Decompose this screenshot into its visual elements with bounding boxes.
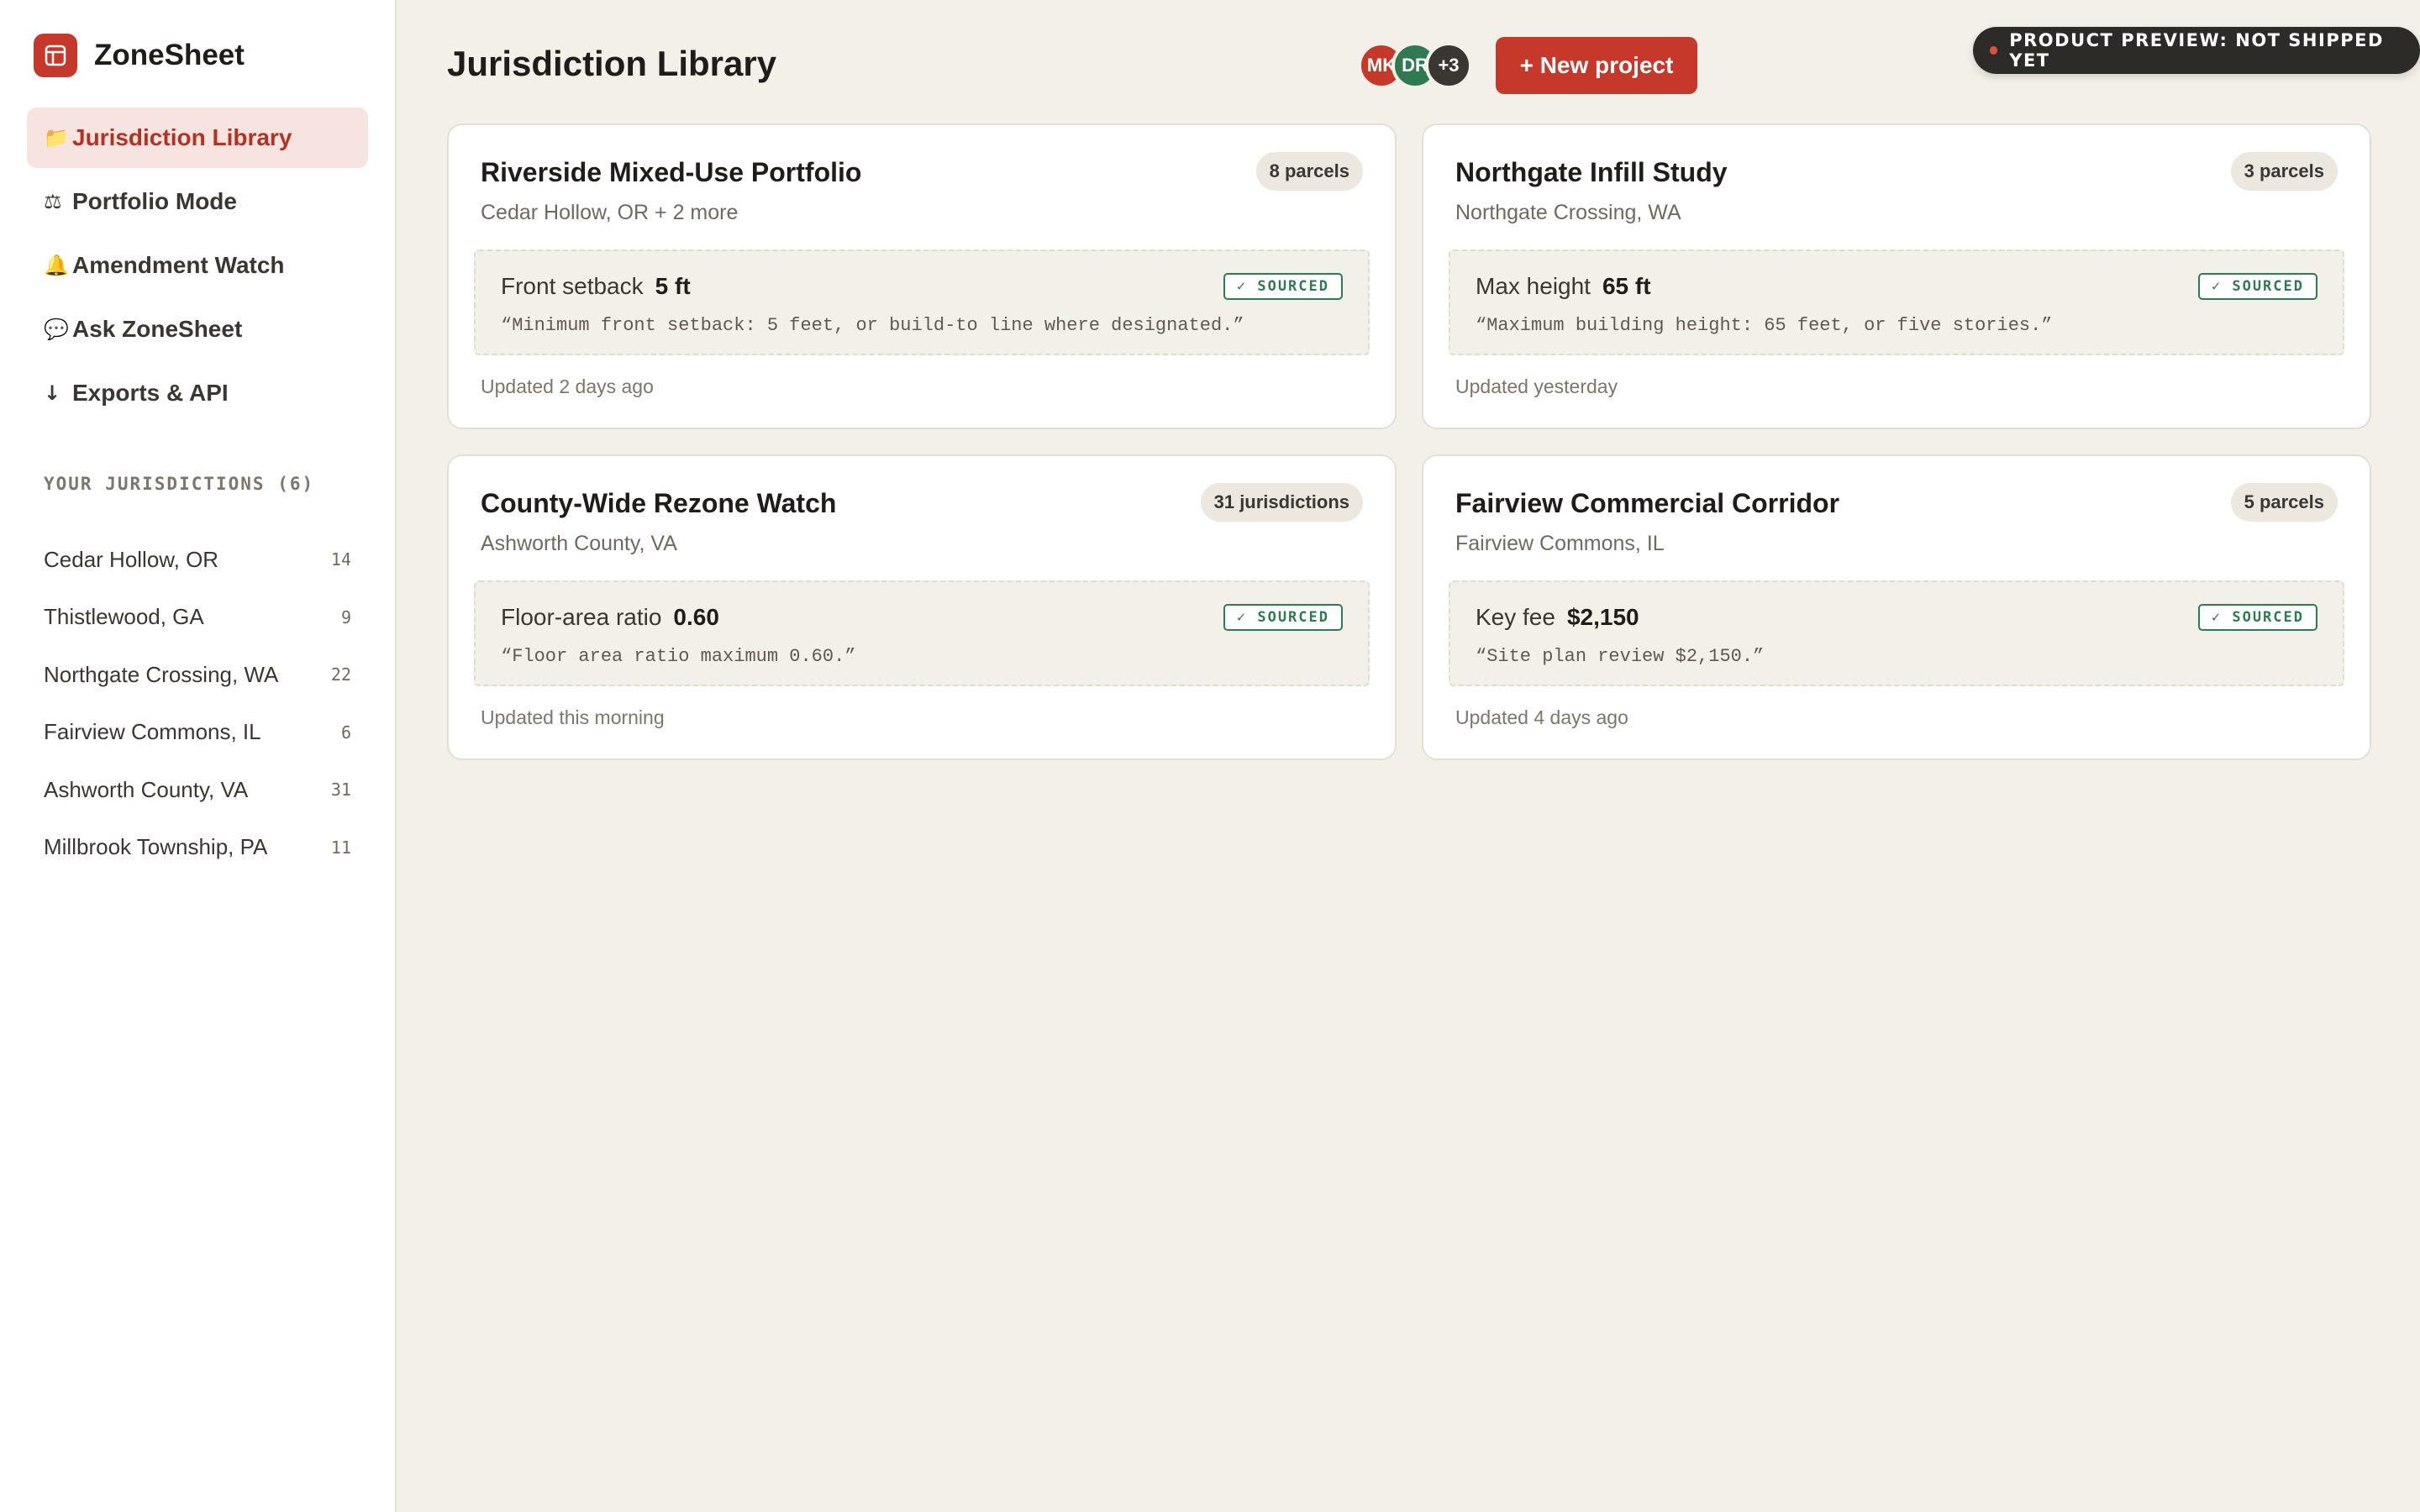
nav-item-label: Ask ZoneSheet [72, 316, 243, 342]
rule-line: Key fee $2,150 [1476, 604, 1639, 631]
rule-label: Max height [1476, 273, 1591, 299]
jurisdiction-count: 6 [340, 722, 351, 743]
project-title: Riverside Mixed-Use Portfolio [481, 157, 862, 187]
brand[interactable]: ZoneSheet [34, 34, 245, 77]
project-title: Fairview Commercial Corridor [1455, 488, 1840, 518]
jurisdiction-name: Thistlewood, GA [44, 604, 204, 630]
folder-icon: 📁 [44, 126, 69, 150]
jurisdiction-count: 22 [330, 664, 351, 685]
project-location: Cedar Hollow, OR + 2 more [481, 201, 739, 224]
parcel-count-badge: 5 parcels [2230, 483, 2338, 522]
rule-line: Front setback 5 ft [501, 273, 691, 300]
app-logo-icon [34, 34, 77, 77]
updated-timestamp: Updated this morning [481, 706, 665, 728]
rule-source-quote: “Maximum building height: 65 feet, or fi… [1476, 315, 2053, 336]
jurisdiction-item[interactable]: Thistlewood, GA 9 [44, 589, 351, 647]
updated-timestamp: Updated 4 days ago [1455, 706, 1628, 728]
jurisdiction-name: Ashworth County, VA [44, 776, 249, 802]
jurisdiction-count-badge: 31 jurisdictions [1200, 483, 1363, 522]
product-preview-badge: PRODUCT PREVIEW: NOT SHIPPED YET [1973, 27, 2420, 74]
project-title: Northgate Infill Study [1455, 157, 1728, 187]
rule-label: Key fee [1476, 604, 1555, 630]
sourced-badge[interactable]: ✓ SOURCED [1223, 273, 1343, 300]
parcel-count-badge: 8 parcels [1255, 152, 1363, 191]
rule-value: 0.60 [673, 604, 719, 630]
project-card-grid: Riverside Mixed-Use Portfolio Cedar Holl… [447, 123, 2371, 760]
rule-source-quote: “Floor area ratio maximum 0.60.” [501, 646, 856, 667]
sidebar: ZoneSheet 📁 Jurisdiction Library ⚖ Portf… [0, 0, 397, 1512]
sourced-badge[interactable]: ✓ SOURCED [2197, 273, 2317, 300]
updated-timestamp: Updated yesterday [1455, 375, 1618, 397]
scales-icon: ⚖ [44, 190, 62, 213]
jurisdiction-count: 31 [330, 780, 351, 801]
jurisdiction-item[interactable]: Ashworth County, VA 31 [44, 761, 351, 819]
project-card[interactable]: County-Wide Rezone Watch Ashworth County… [447, 454, 1397, 760]
zoning-rule-box: Floor-area ratio 0.60 ✓ SOURCED “Floor ar… [474, 580, 1370, 686]
jurisdiction-item[interactable]: Fairview Commons, IL 6 [44, 704, 351, 762]
collaborator-avatars[interactable]: MK DR +3 [1358, 42, 1472, 89]
jurisdiction-list: Cedar Hollow, OR 14 Thistlewood, GA 9 No… [44, 531, 351, 876]
status-dot-icon [1990, 46, 1998, 55]
rule-line: Max height 65 ft [1476, 273, 1651, 300]
updated-timestamp: Updated 2 days ago [481, 375, 654, 397]
app-name: ZoneSheet [94, 39, 245, 71]
bell-icon: 🔔 [44, 254, 69, 277]
rule-label: Floor-area ratio [501, 604, 662, 630]
zoning-rule-box: Max height 65 ft ✓ SOURCED “Maximum build… [1449, 249, 2344, 355]
project-title: County-Wide Rezone Watch [481, 488, 837, 518]
rule-value: 5 ft [655, 273, 691, 299]
main-nav: 📁 Jurisdiction Library ⚖ Portfolio Mode … [27, 108, 368, 427]
jurisdiction-count: 11 [330, 837, 351, 858]
zoning-rule-box: Key fee $2,150 ✓ SOURCED “Site plan revie… [1449, 580, 2344, 686]
project-location: Northgate Crossing, WA [1455, 201, 1681, 224]
project-card[interactable]: Riverside Mixed-Use Portfolio Cedar Holl… [447, 123, 1397, 429]
nav-item-label: Jurisdiction Library [72, 124, 292, 150]
nav-item-label: Amendment Watch [72, 252, 285, 278]
project-card[interactable]: Fairview Commercial Corridor Fairview Co… [1422, 454, 2371, 760]
page-title: Jurisdiction Library [447, 44, 777, 83]
jurisdiction-item[interactable]: Northgate Crossing, WA 22 [44, 646, 351, 704]
nav-item-amendment-watch[interactable]: 🔔 Amendment Watch [27, 235, 368, 296]
rule-source-quote: “Minimum front setback: 5 feet, or build… [501, 315, 1244, 336]
jurisdiction-count: 14 [330, 549, 351, 570]
zoning-rule-box: Front setback 5 ft ✓ SOURCED “Minimum fro… [474, 249, 1370, 355]
project-card[interactable]: Northgate Infill Study Northgate Crossin… [1422, 123, 2371, 429]
parcel-count-badge: 3 parcels [2230, 152, 2338, 191]
sourced-badge[interactable]: ✓ SOURCED [1223, 604, 1343, 631]
download-arrow-icon: ↓ [44, 381, 61, 405]
nav-item-exports-api[interactable]: ↓ Exports & API [27, 363, 368, 423]
nav-item-label: Portfolio Mode [72, 188, 237, 214]
rule-source-quote: “Site plan review $2,150.” [1476, 646, 1765, 667]
jurisdiction-name: Millbrook Township, PA [44, 834, 268, 860]
project-location: Ashworth County, VA [481, 532, 677, 555]
rule-value: $2,150 [1566, 604, 1639, 630]
jurisdiction-name: Northgate Crossing, WA [44, 661, 279, 687]
nav-item-ask-zonesheet[interactable]: 💬 Ask ZoneSheet [27, 299, 368, 360]
rule-line: Floor-area ratio 0.60 [501, 604, 719, 631]
jurisdiction-name: Fairview Commons, IL [44, 719, 261, 745]
jurisdiction-count: 9 [340, 606, 351, 627]
jurisdiction-item[interactable]: Millbrook Township, PA 11 [44, 819, 351, 877]
chat-icon: 💬 [44, 318, 69, 341]
nav-item-jurisdiction-library[interactable]: 📁 Jurisdiction Library [27, 108, 368, 168]
product-preview-label: PRODUCT PREVIEW: NOT SHIPPED YET [2009, 30, 2384, 71]
jurisdiction-name: Cedar Hollow, OR [44, 546, 219, 572]
jurisdictions-section-title: YOUR JURISDICTIONS (6) [44, 474, 315, 494]
rule-label: Front setback [501, 273, 644, 299]
rule-value: 65 ft [1602, 273, 1651, 299]
nav-item-label: Exports & API [72, 380, 229, 406]
avatar-overflow-count[interactable]: +3 [1425, 42, 1472, 89]
nav-item-portfolio-mode[interactable]: ⚖ Portfolio Mode [27, 171, 368, 232]
project-location: Fairview Commons, IL [1455, 532, 1665, 555]
jurisdiction-item[interactable]: Cedar Hollow, OR 14 [44, 531, 351, 589]
sourced-badge[interactable]: ✓ SOURCED [2197, 604, 2317, 631]
new-project-button[interactable]: + New project [1496, 37, 1697, 94]
